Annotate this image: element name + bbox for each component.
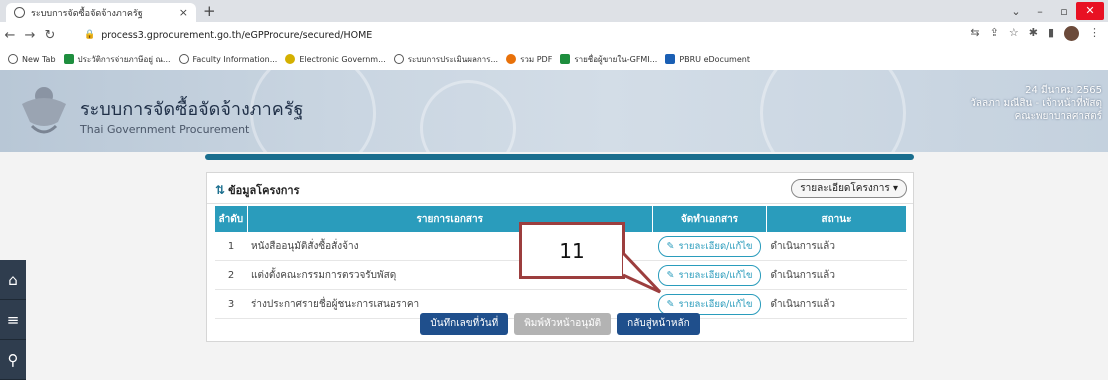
current-date: 24 มีนาคม 2565 xyxy=(1025,85,1102,96)
status-text: ดำเนินการแล้ว xyxy=(766,260,907,290)
reload-icon[interactable]: ↻ xyxy=(40,28,60,43)
translate-icon[interactable]: ⇆ xyxy=(970,26,979,41)
caret-down-icon: ▾ xyxy=(892,183,898,194)
user-organization: คณะพยาบาลศาสตร์ xyxy=(1014,111,1102,122)
bookmarks-bar: New Tab ประวัติการจ่ายภาษีอยู่ ณ... Facu… xyxy=(0,48,1108,71)
banner-decoration xyxy=(420,80,516,152)
edit-icon: ✎ xyxy=(666,298,675,310)
column-header: จัดทำเอกสาร xyxy=(652,206,767,232)
menu-icon[interactable]: ≡ xyxy=(0,300,26,340)
share-icon[interactable]: ⇪ xyxy=(990,26,999,41)
globe-icon xyxy=(393,54,404,64)
star-icon[interactable]: ☆ xyxy=(1009,26,1019,41)
address-bar[interactable]: 🔒 process3.gprocurement.go.th/eGPProcure… xyxy=(84,27,924,43)
new-tab-button[interactable]: + xyxy=(203,2,216,20)
globe-icon xyxy=(14,7,25,18)
row-number: 2 xyxy=(215,260,247,290)
action-buttons: บันทึกเลขที่วันที่ พิมพ์หัวหน้าอนุมัติ ก… xyxy=(207,313,913,335)
site-title-english: Thai Government Procurement xyxy=(80,123,250,136)
site-title-thai: ระบบการจัดซื้อจัดจ้างภาครัฐ xyxy=(80,99,304,120)
back-to-home-button[interactable]: กลับสู่หน้าหลัก xyxy=(617,313,700,335)
banner-decoration xyxy=(760,70,906,152)
profile-avatar[interactable] xyxy=(1064,26,1079,41)
sliders-icon: ⇅ xyxy=(215,183,226,197)
save-number-date-button[interactable]: บันทึกเลขที่วันที่ xyxy=(420,313,509,335)
maximize-icon[interactable]: ▫ xyxy=(1052,5,1076,18)
user-name: วัลลภา มณีสิน - เจ้าหน้าที่พัสดุ xyxy=(970,98,1102,109)
status-text: ดำเนินการแล้ว xyxy=(766,232,907,261)
column-header: ลำดับ xyxy=(215,206,248,232)
side-dock: ⌂ ≡ ⚲ xyxy=(0,260,26,380)
extensions-icon[interactable]: ✱ xyxy=(1029,26,1038,41)
url-text: process3.gprocurement.go.th/eGPProcure/s… xyxy=(101,29,373,41)
home-icon[interactable]: ⌂ xyxy=(0,260,26,300)
row-number: 1 xyxy=(215,232,247,261)
edit-detail-button[interactable]: ✎ รายละเอียด/แก้ไข xyxy=(657,264,762,286)
progress-bar xyxy=(205,154,914,160)
back-icon[interactable]: ← xyxy=(0,28,20,43)
column-header: สถานะ xyxy=(766,206,907,232)
sheet-icon xyxy=(560,54,571,64)
bookmark-item[interactable]: รายชื่อผู้ขายใน-GFMI... xyxy=(560,53,657,66)
edit-detail-button[interactable]: ✎ รายละเอียด/แก้ไข xyxy=(657,293,762,315)
print-approval-button: พิมพ์หัวหน้าอนุมัติ xyxy=(514,313,612,335)
close-window-icon[interactable]: ✕ xyxy=(1076,2,1104,20)
globe-icon xyxy=(8,54,18,64)
bookmark-item[interactable]: ระบบการประเมินผลการ... xyxy=(393,53,498,66)
bookmark-item[interactable]: Electronic Governm... xyxy=(285,54,386,64)
browser-tab-bar: ระบบการจัดซื้อจัดจ้างภาครัฐ × + ⌄ – ▫ ✕ xyxy=(0,0,1108,22)
globe-icon xyxy=(178,54,189,64)
bookmark-item[interactable]: ประวัติการจ่ายภาษีอยู่ ณ... xyxy=(63,53,171,66)
site-header-banner: ระบบการจัดซื้อจัดจ้างภาครัฐ Thai Governm… xyxy=(0,70,1108,152)
doc-icon xyxy=(665,54,676,64)
project-detail-dropdown[interactable]: รายละเอียดโครงการ ▾ xyxy=(791,179,907,198)
bookmark-item[interactable]: New Tab xyxy=(8,54,56,64)
edit-detail-button[interactable]: ✎ รายละเอียด/แก้ไข xyxy=(657,235,762,257)
dots-icon xyxy=(506,54,517,64)
user-info: 24 มีนาคม 2565 วัลลภา มณีสิน - เจ้าหน้าท… xyxy=(970,84,1102,123)
browser-actions: ⇆ ⇪ ☆ ✱ ▮ ⋮ xyxy=(970,26,1100,41)
bookmark-item[interactable]: PBRU eDocument xyxy=(665,54,750,64)
tab-title: ระบบการจัดซื้อจัดจ้างภาครัฐ xyxy=(31,8,143,19)
sheet-icon xyxy=(63,54,74,64)
bookmark-item[interactable]: รวม PDF xyxy=(506,53,552,66)
window-controls: ⌄ – ▫ ✕ xyxy=(1004,0,1108,22)
tab-close-icon[interactable]: × xyxy=(179,6,188,19)
step-number: 11 xyxy=(559,239,585,263)
panel-title: ⇅ ข้อมูลโครงการ xyxy=(215,183,300,197)
garuda-emblem-icon xyxy=(22,87,66,134)
panel-header: ⇅ ข้อมูลโครงการ รายละเอียดโครงการ ▾ xyxy=(207,173,913,204)
menu-icon[interactable]: ⋮ xyxy=(1089,26,1100,41)
lock-icon: 🔒 xyxy=(84,30,96,40)
minimize-icon[interactable]: – xyxy=(1028,5,1052,18)
callout-pointer xyxy=(621,251,662,294)
search-icon[interactable]: ⚲ xyxy=(0,340,26,380)
sidepanel-icon[interactable]: ▮ xyxy=(1048,26,1054,41)
bookmark-item[interactable]: Faculty Information... xyxy=(178,54,277,64)
forward-icon[interactable]: → xyxy=(20,28,40,43)
step-callout: 11 xyxy=(519,222,625,279)
browser-nav-bar: ← → ↻ 🔒 process3.gprocurement.go.th/eGPP… xyxy=(0,22,1108,48)
tab-search-icon[interactable]: ⌄ xyxy=(1004,5,1028,18)
browser-tab[interactable]: ระบบการจัดซื้อจัดจ้างภาครัฐ × xyxy=(6,3,196,22)
leaf-icon xyxy=(285,54,296,64)
